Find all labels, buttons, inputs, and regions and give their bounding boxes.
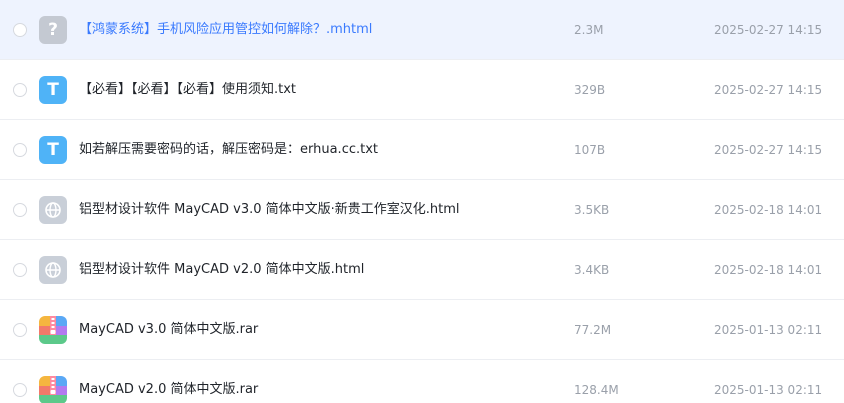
file-row-rar-v2[interactable]: MayCAD v2.0 简体中文版.rar 128.4M 2025-01-13 … [0,360,844,403]
file-row-txt-notice[interactable]: T 【必看】【必看】【必看】使用须知.txt 329B 2025-02-27 1… [0,60,844,120]
file-row-html-v2[interactable]: 铝型材设计软件 MayCAD v2.0 简体中文版.html 3.4KB 202… [0,240,844,300]
file-date: 2025-02-27 14:15 [714,83,823,97]
file-name[interactable]: 【鸿蒙系统】手机风险应用管控如何解除？.mhtml [79,21,372,39]
file-date: 2025-02-27 14:15 [714,23,823,37]
file-size: 2.3M [574,23,604,37]
file-row-txt-password[interactable]: T 如若解压需要密码的话，解压密码是：erhua.cc.txt 107B 202… [0,120,844,180]
zip-archive-icon [39,316,67,344]
file-name[interactable]: MayCAD v2.0 简体中文版.rar [79,381,258,399]
file-size: 3.5KB [574,203,610,217]
row-checkbox[interactable] [13,203,27,217]
row-checkbox[interactable] [13,83,27,97]
file-row-html-v3[interactable]: 铝型材设计软件 MayCAD v3.0 简体中文版·新贵工作室汉化.html 3… [0,180,844,240]
file-date: 2025-02-27 14:15 [714,143,823,157]
t-glyph: T [47,140,59,160]
file-name[interactable]: 铝型材设计软件 MayCAD v2.0 简体中文版.html [79,261,364,279]
question-mark-glyph: ? [48,20,58,40]
unknown-file-icon: ? [39,16,67,44]
file-name[interactable]: 铝型材设计软件 MayCAD v3.0 简体中文版·新贵工作室汉化.html [79,201,460,219]
row-checkbox[interactable] [13,383,27,397]
file-size: 329B [574,83,606,97]
file-name[interactable]: 如若解压需要密码的话，解压密码是：erhua.cc.txt [79,141,378,159]
text-file-icon: T [39,136,67,164]
file-date: 2025-01-13 02:11 [714,323,823,337]
row-checkbox[interactable] [13,263,27,277]
zip-archive-icon [39,376,67,403]
row-checkbox[interactable] [13,323,27,337]
globe-icon [45,202,61,218]
web-file-icon [39,196,67,224]
file-name[interactable]: 【必看】【必看】【必看】使用须知.txt [79,81,296,99]
file-row-mhtml[interactable]: ? 【鸿蒙系统】手机风险应用管控如何解除？.mhtml 2.3M 2025-02… [0,0,844,60]
file-row-rar-v3[interactable]: MayCAD v3.0 简体中文版.rar 77.2M 2025-01-13 0… [0,300,844,360]
text-file-icon: T [39,76,67,104]
file-name[interactable]: MayCAD v3.0 简体中文版.rar [79,321,258,339]
archive-file-icon [39,316,67,344]
file-list: ? 【鸿蒙系统】手机风险应用管控如何解除？.mhtml 2.3M 2025-02… [0,0,844,403]
file-date: 2025-02-18 14:01 [714,203,823,217]
file-size: 77.2M [574,323,612,337]
row-checkbox[interactable] [13,143,27,157]
row-checkbox[interactable] [13,23,27,37]
file-size: 3.4KB [574,263,610,277]
web-file-icon [39,256,67,284]
t-glyph: T [47,80,59,100]
file-date: 2025-02-18 14:01 [714,263,823,277]
archive-file-icon [39,376,67,403]
file-size: 128.4M [574,383,619,397]
file-date: 2025-01-13 02:11 [714,383,823,397]
file-size: 107B [574,143,606,157]
globe-icon [45,262,61,278]
